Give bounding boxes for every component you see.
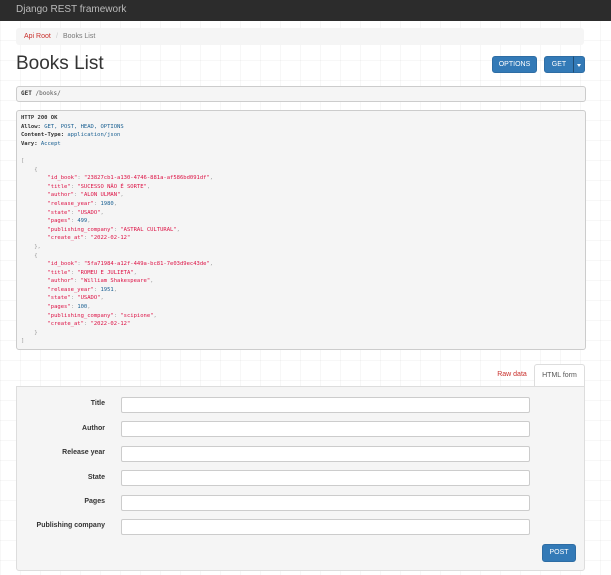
breadcrumb-current: Books List bbox=[63, 33, 96, 40]
publishing-company-input[interactable] bbox=[121, 519, 530, 535]
book-field-value: USADO bbox=[80, 209, 98, 216]
get-button[interactable]: GET bbox=[544, 56, 574, 73]
options-button[interactable]: OPTIONS bbox=[492, 56, 537, 73]
book-field-value: ROMEU E JULIETA bbox=[80, 269, 131, 276]
caret-down-icon bbox=[577, 64, 581, 67]
book-field-value: William Shakespeare bbox=[83, 278, 147, 285]
header-name: Content-Type: bbox=[21, 132, 65, 139]
page-title: Books List bbox=[16, 53, 104, 74]
book-field-value: SUCESSO NÃO É SORTE bbox=[80, 183, 144, 190]
request-path: /books/ bbox=[35, 90, 61, 97]
pages-input[interactable] bbox=[121, 495, 530, 511]
breadcrumb-api-root-link[interactable]: Api Root bbox=[24, 28, 51, 45]
release-year-label: Release year bbox=[62, 449, 105, 456]
book-field-value: 2022-02-12 bbox=[93, 321, 127, 328]
book-field-value: 1980 bbox=[100, 200, 114, 207]
state-input[interactable] bbox=[121, 470, 530, 486]
get-format-dropdown-button[interactable] bbox=[573, 56, 585, 73]
publishing-company-label: Publishing company bbox=[36, 522, 105, 529]
header-value: GET, POST, HEAD, OPTIONS bbox=[44, 123, 124, 130]
book-field-value: 23827cb1-a130-4746-881a-af586bd091df bbox=[87, 175, 207, 182]
breadcrumb-separator: / bbox=[56, 33, 58, 40]
header-value: application/json bbox=[67, 132, 121, 139]
tab-html-form[interactable]: HTML form bbox=[534, 364, 585, 387]
book-field-value: USADO bbox=[80, 295, 98, 302]
author-input[interactable] bbox=[121, 421, 530, 437]
breadcrumb: Api Root / Books List bbox=[16, 28, 584, 45]
brand-title[interactable]: Django REST framework bbox=[16, 4, 126, 15]
title-input[interactable] bbox=[121, 397, 530, 413]
response-info: HTTP 200 OK Allow: GET, POST, HEAD, OPTI… bbox=[16, 110, 586, 350]
book-field-value: 1951 bbox=[100, 286, 114, 293]
header-name: Allow: bbox=[21, 123, 41, 130]
request-method: GET bbox=[21, 90, 32, 97]
request-info: GET /books/ bbox=[16, 86, 586, 102]
pages-label: Pages bbox=[84, 498, 105, 505]
tab-raw-data[interactable]: Raw data bbox=[490, 364, 534, 386]
state-label: State bbox=[87, 474, 105, 481]
book-field-value: 100 bbox=[77, 304, 88, 311]
header-value: Accept bbox=[40, 140, 61, 147]
book-field-value: 2022-02-12 bbox=[93, 235, 127, 242]
book-field-value: ALON ULMAN bbox=[83, 192, 118, 199]
post-button[interactable]: POST bbox=[542, 544, 576, 562]
header-name: Vary: bbox=[21, 140, 38, 147]
response-status: HTTP 200 OK bbox=[21, 115, 58, 121]
book-field-value: 5fa71984-a12f-449a-bc81-7e03d9ec43de bbox=[87, 261, 207, 268]
book-field-value: 499 bbox=[77, 218, 88, 225]
book-field-value: ASTRAL CULTURAL bbox=[123, 226, 174, 233]
book-field-value: scipione bbox=[123, 312, 151, 319]
author-label: Author bbox=[82, 425, 105, 432]
top-navbar: Django REST framework bbox=[0, 0, 611, 21]
release-year-input[interactable] bbox=[121, 446, 530, 462]
title-label: Title bbox=[90, 400, 105, 407]
